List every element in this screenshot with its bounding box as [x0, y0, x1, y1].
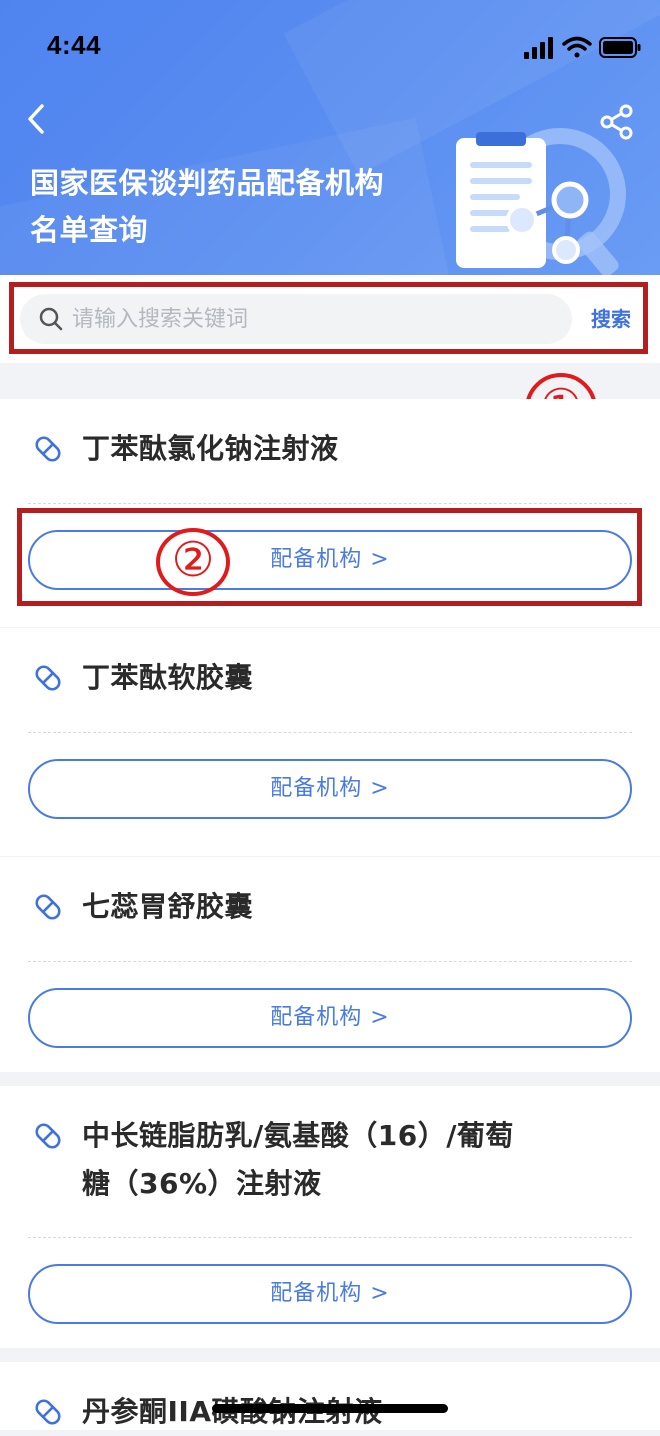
search-button[interactable]: 搜索 [582, 302, 640, 336]
status-icons [524, 36, 641, 59]
drug-card: 丁苯酞软胶囊 配备机构 > [0, 628, 660, 856]
battery-icon [599, 37, 641, 58]
page-title: 国家医保谈判药品配备机构 名单查询 [30, 160, 450, 254]
institutions-button[interactable]: 配备机构 > [28, 530, 632, 590]
drug-card: 七蕊胃舒胶囊 配备机构 > [0, 857, 660, 1072]
page-header: 4:44 国家医保谈判药品配备机构 名单查询 [0, 0, 660, 275]
drug-card: 丹参酮IIA磺酸钠注射液 [0, 1362, 660, 1430]
back-button[interactable] [18, 98, 58, 142]
drug-name: 丁苯酞氯化钠注射液 [82, 432, 339, 465]
institutions-button[interactable]: 配备机构 > [28, 759, 632, 819]
drug-card: 中长链脂肪乳/氨基酸（16）/葡萄 糖（36%）注射液 配备机构 > [0, 1086, 660, 1348]
page-title-line: 国家医保谈判药品配备机构 [30, 166, 385, 200]
document-search-illustration [456, 128, 626, 275]
search-box[interactable] [20, 294, 572, 344]
divider [28, 503, 632, 504]
pill-icon [35, 665, 61, 691]
pill-icon [35, 1399, 61, 1425]
chevron-left-icon [28, 104, 44, 134]
divider [28, 1237, 632, 1238]
drug-name-line: 糖（36%）注射液 [82, 1167, 322, 1200]
search-input[interactable] [72, 294, 562, 344]
drug-card: 丁苯酞氯化钠注射液 配备机构 > [0, 399, 660, 627]
institutions-button[interactable]: 配备机构 > [28, 1264, 632, 1324]
status-time: 4:44 [47, 30, 102, 60]
home-indicator[interactable] [212, 1404, 448, 1413]
search-section: 搜索 [0, 275, 660, 363]
pill-icon [35, 1123, 61, 1149]
signal-icon [524, 37, 553, 59]
drug-name: 中长链脂肪乳/氨基酸（16）/葡萄 糖（36%）注射液 [82, 1112, 612, 1208]
drug-name: 七蕊胃舒胶囊 [82, 890, 254, 923]
page-title-line: 名单查询 [30, 213, 149, 247]
divider [28, 732, 632, 733]
search-icon [39, 307, 63, 331]
wifi-icon [562, 36, 592, 58]
drug-name-line: 中长链脂肪乳/氨基酸（16）/葡萄 [82, 1119, 514, 1152]
drug-name: 丁苯酞软胶囊 [82, 661, 254, 694]
pill-icon [35, 894, 61, 920]
status-bar: 4:44 [0, 0, 660, 95]
pill-icon [35, 436, 61, 462]
institutions-button[interactable]: 配备机构 > [28, 988, 632, 1048]
divider [28, 961, 632, 962]
